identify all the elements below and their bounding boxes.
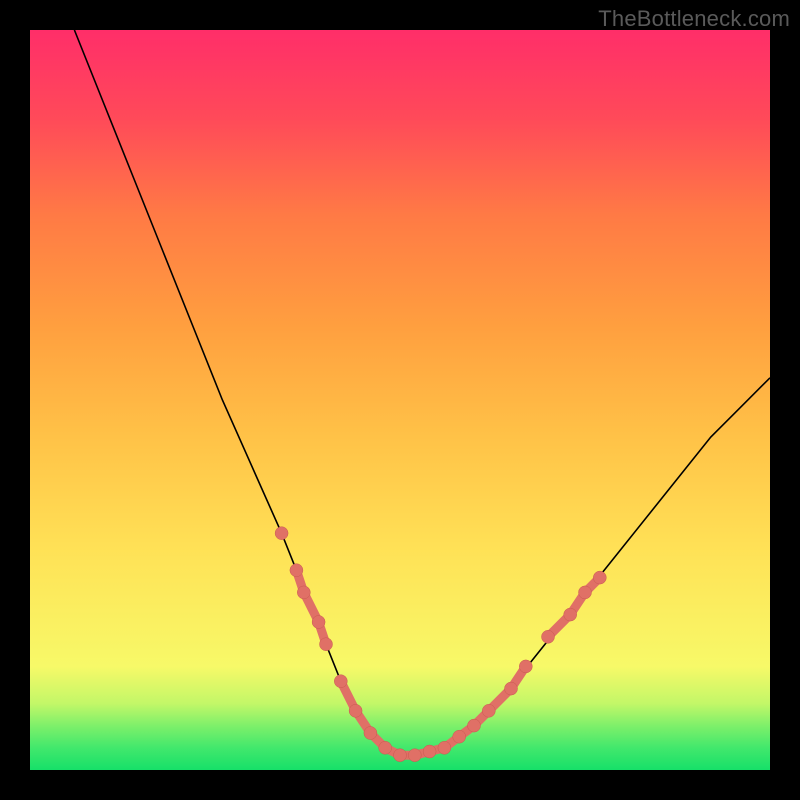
marker-dot (408, 749, 421, 762)
marker-dot (334, 675, 347, 688)
marker-dot (593, 571, 606, 584)
watermark-text: TheBottleneck.com (598, 6, 790, 32)
marker-dot (468, 719, 481, 732)
marker-dot (564, 608, 577, 621)
marker-dot (364, 727, 377, 740)
bottleneck-curve (74, 30, 770, 755)
marker-dot (423, 745, 436, 758)
marker-dot (519, 660, 532, 673)
chart-frame: TheBottleneck.com (0, 0, 800, 800)
marker-dot (438, 741, 451, 754)
marker-dot (297, 586, 310, 599)
marker-dot (320, 638, 333, 651)
marker-dot (482, 704, 495, 717)
marker-dot (394, 749, 407, 762)
marker-dot (505, 682, 518, 695)
marker-dot (542, 630, 555, 643)
marker-layer (275, 527, 606, 762)
marker-dot (453, 730, 466, 743)
marker-dot (349, 704, 362, 717)
marker-dot (290, 564, 303, 577)
marker-dot (379, 741, 392, 754)
marker-dot (312, 616, 325, 629)
chart-svg (30, 30, 770, 770)
marker-dot (579, 586, 592, 599)
marker-dot (275, 527, 288, 540)
plot-area (30, 30, 770, 770)
